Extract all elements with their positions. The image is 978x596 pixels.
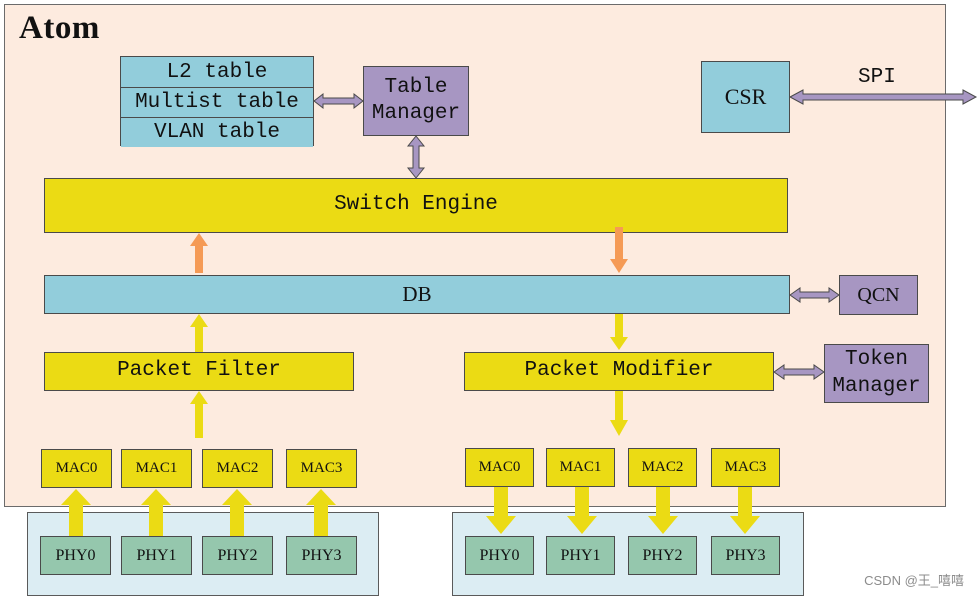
l2-table: L2 table (121, 57, 313, 87)
egress-mac1: MAC1 (546, 448, 615, 487)
vlan-table: VLAN table (121, 117, 313, 147)
spi-label: SPI (858, 66, 896, 89)
watermark: CSDN @王_嘻嘻 (864, 573, 964, 588)
egress-mac0: MAC0 (465, 448, 534, 487)
egress-mac3: MAC3 (711, 448, 780, 487)
ingress-phy1: PHY1 (121, 536, 192, 575)
diagram-title: Atom (19, 10, 100, 46)
ingress-phy2: PHY2 (202, 536, 273, 575)
switch-engine-block: Switch Engine (44, 178, 788, 233)
table-manager-block: Table Manager (363, 66, 469, 136)
ingress-mac2: MAC2 (202, 449, 273, 488)
token-manager-block: Token Manager (824, 344, 929, 403)
egress-phy2: PHY2 (628, 536, 697, 575)
egress-mac2: MAC2 (628, 448, 697, 487)
ingress-phy0: PHY0 (40, 536, 111, 575)
ingress-mac1: MAC1 (121, 449, 192, 488)
ingress-phy3: PHY3 (286, 536, 357, 575)
db-block: DB (44, 275, 790, 314)
tables-stack: L2 table Multist table VLAN table (120, 56, 314, 147)
qcn-block: QCN (839, 275, 918, 315)
multist-table: Multist table (121, 87, 313, 117)
egress-phy0: PHY0 (465, 536, 534, 575)
csr-block: CSR (701, 61, 790, 133)
packet-modifier-block: Packet Modifier (464, 352, 774, 391)
ingress-mac0: MAC0 (41, 449, 112, 488)
ingress-mac3: MAC3 (286, 449, 357, 488)
egress-phy3: PHY3 (711, 536, 780, 575)
egress-phy1: PHY1 (546, 536, 615, 575)
packet-filter-block: Packet Filter (44, 352, 354, 391)
